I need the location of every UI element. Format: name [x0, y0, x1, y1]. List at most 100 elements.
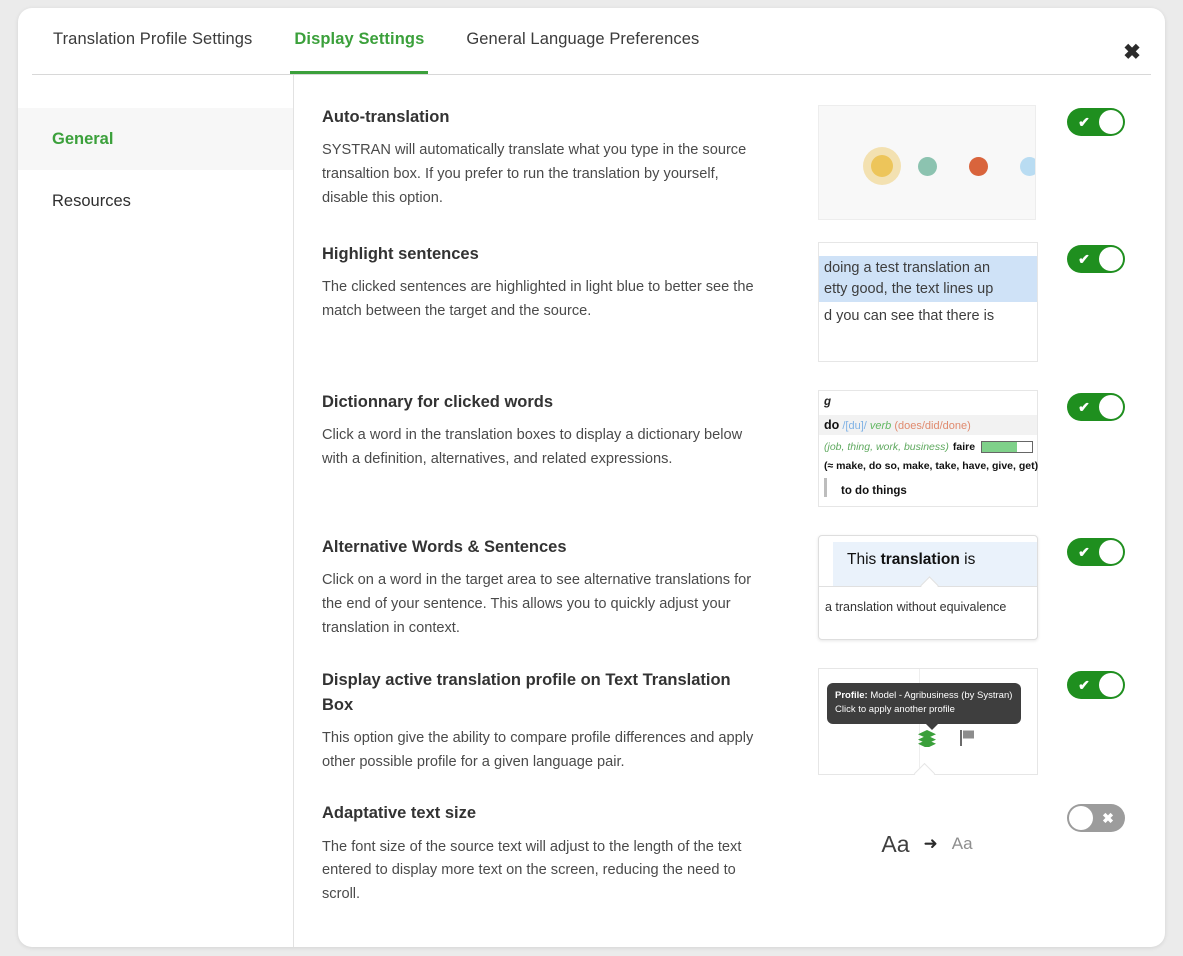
setting-text: Dictionnary for clicked words Click a wo…: [322, 390, 792, 472]
tab-label: Translation Profile Settings: [53, 30, 253, 48]
setting-row-active-profile: Display active translation profile on Te…: [294, 668, 1165, 785]
dictionary-confidence-bar: [981, 441, 1034, 453]
preview-active-profile: Profile: Model - Agribusiness (by Systra…: [818, 668, 1038, 785]
preview-alternative-words: This translation is a translation withou…: [818, 535, 1038, 640]
dialog-body: General Resources Auto-translation SYSTR…: [18, 75, 1165, 947]
tab-general-language-preferences[interactable]: General Language Preferences: [445, 8, 720, 52]
profile-preview: Profile: Model - Agribusiness (by Systra…: [818, 668, 1038, 785]
dictionary-context: (job, thing, work, business): [824, 441, 949, 453]
profile-tooltip-line-1: Profile: Model - Agribusiness (by Systra…: [835, 689, 1013, 703]
setting-description: Click a word in the translation boxes to…: [322, 427, 743, 468]
dictionary-example: to do things: [824, 478, 1037, 497]
setting-text: Alternative Words & Sentences Click on a…: [322, 535, 792, 640]
alternative-prefix: This: [847, 551, 881, 568]
highlight-band: doing a test translation an etty good, t…: [819, 256, 1037, 303]
preview-auto-translation: [818, 105, 1036, 220]
close-icon[interactable]: ✖: [1117, 37, 1147, 67]
toggle-highlight-sentences[interactable]: ✔: [1067, 245, 1125, 273]
toggle-wrap-adaptative-text-size: ✖: [1067, 801, 1125, 833]
profile-tooltip: Profile: Model - Agribusiness (by Systra…: [827, 683, 1021, 730]
setting-title: Display active translation profile on Te…: [322, 671, 731, 714]
arrow-right-icon: ➜: [923, 834, 938, 854]
toggle-wrap-active-profile: ✔: [1067, 668, 1125, 700]
alternative-word: translation: [880, 551, 960, 568]
toggle-check-icon: ✔: [1078, 677, 1090, 694]
toggle-knob: [1099, 673, 1123, 698]
dot-orange: [969, 157, 988, 176]
sidebar-item-label: Resources: [52, 191, 131, 210]
setting-description: The font size of the source text will ad…: [322, 838, 742, 903]
toggle-wrap-dictionary: ✔: [1067, 390, 1125, 421]
alternative-sentence-area: This translation is: [819, 536, 1037, 595]
setting-title: Auto-translation: [322, 108, 450, 126]
highlight-line-1: doing a test translation an: [824, 260, 991, 276]
dictionary-gloss: g: [824, 396, 832, 408]
flag-icon[interactable]: [959, 729, 977, 752]
dictionary-preview: g do /[du]/ verb (does/did/done) (job, t…: [818, 390, 1038, 507]
dictionary-headword-row: do /[du]/ verb (does/did/done): [819, 415, 1037, 435]
setting-row-alternative-words: Alternative Words & Sentences Click on a…: [294, 535, 1165, 640]
dictionary-forms: (does/did/done): [894, 420, 971, 432]
preview-adaptative-text-size: Aa ➜ Aa: [818, 801, 1036, 861]
preview-dictionary: g do /[du]/ verb (does/did/done) (job, t…: [818, 390, 1038, 507]
toggle-dictionary[interactable]: ✔: [1067, 393, 1125, 421]
alternative-preview: This translation is a translation withou…: [818, 535, 1038, 640]
setting-text: Adaptative text size The font size of th…: [322, 801, 792, 906]
adaptative-preview: Aa ➜ Aa: [818, 801, 1036, 861]
setting-row-highlight-sentences: Highlight sentences The clicked sentence…: [294, 242, 1165, 362]
highlight-line-2: etty good, the text lines up: [824, 280, 994, 297]
sidebar-item-resources[interactable]: Resources: [18, 170, 293, 232]
dictionary-headword: do: [824, 418, 840, 432]
settings-list: Auto-translation SYSTRAN will automatica…: [294, 75, 1165, 947]
layers-icon[interactable]: [917, 729, 937, 752]
toggle-check-icon: ✔: [1078, 399, 1090, 415]
toggle-check-icon: ✔: [1078, 544, 1090, 560]
highlight-preview: doing a test translation an etty good, t…: [818, 242, 1038, 362]
profile-tooltip-line-2: Click to apply another profile: [835, 704, 955, 716]
dot-blue: [1020, 157, 1035, 176]
toggle-wrap-highlight-sentences: ✔: [1067, 242, 1125, 273]
sidebar-item-general[interactable]: General: [18, 108, 293, 170]
tab-translation-profile-settings[interactable]: Translation Profile Settings: [32, 8, 273, 52]
profile-tooltip-value: Model - Agribusiness (by Systran): [867, 690, 1013, 702]
tab-label: Display Settings: [294, 30, 425, 48]
tab-list: Translation Profile Settings Display Set…: [32, 8, 720, 74]
setting-text: Highlight sentences The clicked sentence…: [322, 242, 792, 324]
toggle-alternative-words[interactable]: ✔: [1067, 538, 1125, 566]
adaptative-small-text: Aa: [951, 834, 973, 854]
toggle-adaptative-text-size[interactable]: ✖: [1067, 804, 1125, 833]
highlight-line-3: d you can see that there is: [824, 308, 995, 325]
alternative-suffix: is: [959, 551, 976, 568]
profile-tooltip-label: Profile:: [835, 690, 868, 702]
toggle-auto-translation[interactable]: ✔: [1067, 108, 1125, 136]
dictionary-ipa: /[du]/: [842, 420, 867, 432]
setting-title: Dictionnary for clicked words: [322, 393, 554, 411]
dictionary-synonyms: (≈ make, do so, make, take, have, give, …: [824, 460, 1039, 472]
setting-description: The clicked sentences are highlighted in…: [322, 279, 754, 320]
setting-description: SYSTRAN will automatically translate wha…: [322, 142, 747, 206]
settings-sidebar: General Resources: [18, 75, 294, 947]
setting-description: This option give the ability to compare …: [322, 730, 754, 770]
toggle-wrap-auto-translation: ✔: [1067, 105, 1125, 136]
toggle-knob: [1099, 110, 1123, 134]
profile-icon-row: [917, 729, 977, 752]
setting-row-auto-translation: Auto-translation SYSTRAN will automatica…: [294, 105, 1165, 220]
dictionary-translation-row: (job, thing, work, business) faire: [819, 435, 1037, 453]
alternative-sentence: This translation is: [833, 542, 1037, 586]
toggle-active-profile[interactable]: ✔: [1067, 671, 1125, 700]
setting-row-dictionary: Dictionnary for clicked words Click a wo…: [294, 390, 1165, 507]
toggle-knob: [1099, 540, 1123, 564]
setting-title: Alternative Words & Sentences: [322, 538, 567, 556]
toggle-check-icon: ✔: [1078, 114, 1090, 130]
dictionary-pos: verb: [869, 420, 892, 432]
toggle-knob: [1069, 806, 1093, 831]
dots-preview: [818, 105, 1036, 220]
tab-display-settings[interactable]: Display Settings: [273, 8, 445, 74]
toggle-wrap-alternative-words: ✔: [1067, 535, 1125, 566]
tab-bar: Translation Profile Settings Display Set…: [18, 8, 1165, 75]
toggle-cross-icon: ✖: [1102, 810, 1114, 827]
toggle-knob: [1099, 395, 1123, 419]
adaptative-large-text: Aa: [881, 830, 910, 857]
dot-yellow: [871, 155, 893, 177]
dictionary-translation: faire: [952, 441, 976, 453]
